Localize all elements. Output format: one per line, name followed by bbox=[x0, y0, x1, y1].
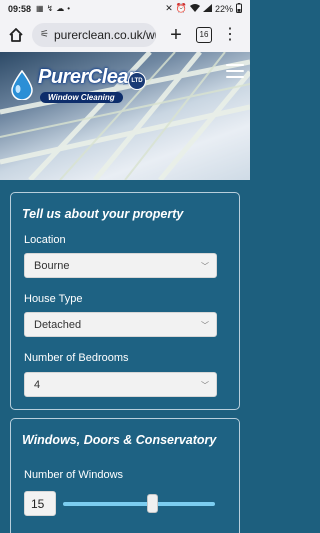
windows-slider-track[interactable] bbox=[63, 502, 215, 506]
hero-banner: PurerClean LTD Window Cleaning bbox=[0, 52, 250, 180]
brand-name: PurerClean bbox=[38, 66, 140, 88]
missed-call-icon: ↯ bbox=[46, 4, 54, 13]
windows-count-label: Number of Windows bbox=[24, 469, 124, 481]
windows-slider-handle[interactable] bbox=[147, 494, 159, 513]
bedrooms-value: 4 bbox=[34, 378, 41, 391]
house-type-label: House Type bbox=[24, 293, 83, 305]
water-drop-icon bbox=[11, 70, 33, 100]
notification-icon: ▦ bbox=[36, 4, 44, 13]
wifi-icon bbox=[189, 3, 200, 14]
status-time: 09:58 bbox=[8, 3, 32, 14]
windows-card: Windows, Doors & Conservatory Number of … bbox=[10, 418, 240, 533]
brand-logo[interactable]: PurerClean LTD Window Cleaning bbox=[8, 64, 148, 106]
dot-icon: • bbox=[67, 4, 71, 13]
tab-switcher-button[interactable]: 16 bbox=[196, 26, 212, 43]
house-type-select[interactable]: Detached ﹀ bbox=[24, 312, 217, 337]
brand-tagline: Window Cleaning bbox=[40, 92, 123, 103]
location-value: Bourne bbox=[34, 259, 70, 272]
site-settings-icon[interactable]: ⚟ bbox=[40, 29, 49, 40]
address-bar[interactable]: ⚟ purerclean.co.uk/wi bbox=[32, 22, 156, 47]
browser-toolbar: ⚟ purerclean.co.uk/wi + 16 ⋮ bbox=[0, 17, 250, 52]
windows-count-input[interactable]: 15 bbox=[24, 491, 56, 516]
home-icon[interactable] bbox=[6, 25, 26, 45]
signal-icon bbox=[202, 3, 212, 14]
mute-icon: ✕ bbox=[165, 3, 173, 13]
more-menu-icon[interactable]: ⋮ bbox=[222, 26, 238, 43]
cloud-icon: ☁ bbox=[56, 4, 65, 13]
battery-percent: 22% bbox=[214, 3, 233, 14]
location-select[interactable]: Bourne ﹀ bbox=[24, 253, 217, 278]
chevron-down-icon: ﹀ bbox=[201, 262, 209, 271]
property-card: Tell us about your property Location Bou… bbox=[10, 192, 240, 410]
alarm-icon: ⏰ bbox=[175, 3, 187, 13]
house-type-value: Detached bbox=[34, 318, 82, 331]
chevron-down-icon: ﹀ bbox=[201, 321, 209, 330]
new-tab-icon[interactable]: + bbox=[166, 25, 186, 45]
battery-icon bbox=[236, 2, 242, 15]
bedrooms-label: Number of Bedrooms bbox=[24, 352, 129, 364]
windows-section-title: Windows, Doors & Conservatory bbox=[22, 433, 217, 447]
location-label: Location bbox=[24, 234, 66, 246]
hamburger-menu-icon[interactable] bbox=[226, 64, 244, 78]
property-section-title: Tell us about your property bbox=[22, 207, 184, 221]
url-text: purerclean.co.uk/wi bbox=[53, 27, 156, 42]
brand-ltd: LTD bbox=[128, 72, 146, 90]
bedrooms-select[interactable]: 4 ﹀ bbox=[24, 372, 217, 397]
status-bar: 09:58 ▦ ↯ ☁ • ✕ ⏰ 22% bbox=[0, 0, 250, 17]
chevron-down-icon: ﹀ bbox=[201, 381, 209, 390]
